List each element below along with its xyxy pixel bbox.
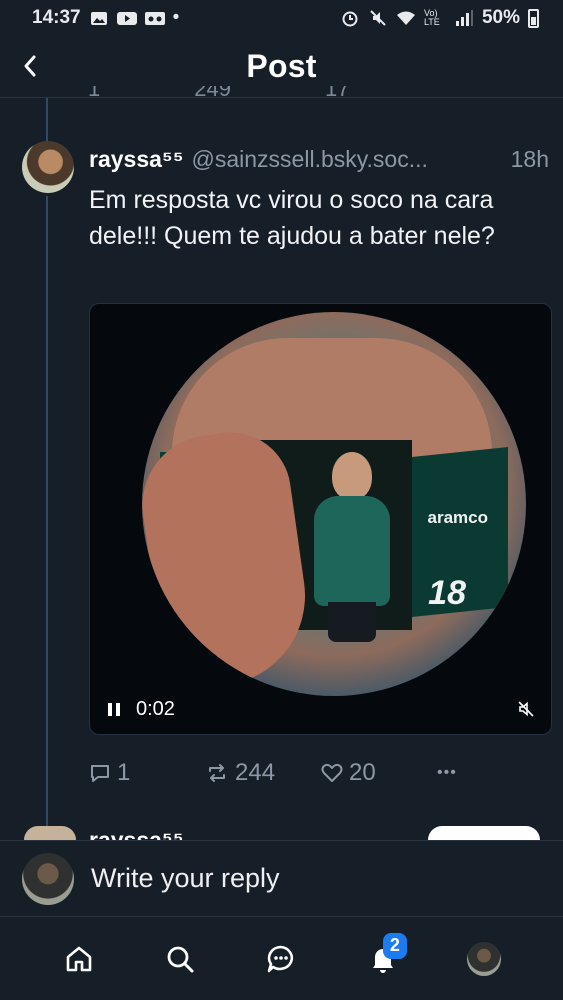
- my-avatar: [22, 852, 74, 905]
- reply-bar[interactable]: Write your reply: [0, 840, 563, 916]
- thread-line-bottom: [46, 196, 48, 826]
- chevron-left-icon: [24, 55, 36, 77]
- alarm-icon: [340, 10, 360, 27]
- wifi-icon: [396, 10, 416, 26]
- nav-search[interactable]: [150, 929, 210, 989]
- speaker-muted-icon: [518, 701, 534, 717]
- post-meta: rayssa⁵⁵ @sainzssell.bsky.soc... 18h: [89, 146, 553, 173]
- video-car-number: 18: [428, 574, 466, 612]
- youtube-icon: [116, 10, 137, 26]
- more-icon: •••: [437, 764, 457, 781]
- page-title: Post: [246, 48, 317, 84]
- mute-button[interactable]: [515, 698, 537, 720]
- back-button[interactable]: [16, 52, 44, 80]
- video-player[interactable]: aramco 18 0:02: [89, 303, 552, 735]
- video-controls: 0:02: [90, 684, 551, 734]
- heart-icon: [321, 763, 343, 782]
- status-bar: 14:37 • Vo) LTE 50%: [0, 0, 563, 36]
- nav-profile[interactable]: [454, 929, 514, 989]
- reply-input[interactable]: Write your reply: [91, 863, 280, 894]
- chat-icon: [268, 945, 294, 972]
- like-count: 20: [349, 759, 376, 786]
- profile-avatar: [467, 941, 502, 976]
- gallery-icon: [89, 10, 109, 26]
- status-dot: •: [172, 7, 180, 28]
- post-actions: 1 244 20 •••: [89, 758, 489, 788]
- signal-icon: [454, 10, 474, 26]
- reply-button[interactable]: 1: [89, 759, 205, 787]
- next-post-author-name[interactable]: rayssa⁵⁵: [89, 826, 184, 840]
- repost-button[interactable]: 244: [205, 759, 321, 787]
- video-person: [314, 452, 390, 642]
- reply-icon: [91, 765, 109, 782]
- repost-count: 244: [235, 759, 276, 786]
- video-person-body: [314, 496, 390, 606]
- nav-notifications[interactable]: 2: [353, 929, 413, 989]
- previous-post-actions: 1 249 17: [88, 86, 349, 104]
- previous-repost-count[interactable]: 249: [194, 86, 231, 104]
- bottom-navigation: 2: [0, 916, 563, 1000]
- nav-chat[interactable]: [251, 929, 311, 989]
- video-person-legs: [328, 602, 376, 642]
- pause-icon-bar-left: [108, 702, 112, 716]
- more-options-button[interactable]: •••: [437, 764, 477, 782]
- post-text: Em resposta vc virou o soco na cara dele…: [89, 186, 495, 250]
- post-time: 18h: [508, 146, 549, 173]
- notifications-badge: 2: [382, 932, 407, 959]
- home-icon: [66, 946, 91, 971]
- author-name[interactable]: rayssa⁵⁵: [89, 146, 184, 172]
- battery-icon: [528, 8, 539, 28]
- next-post-avatar[interactable]: [24, 826, 76, 840]
- mute-vibrate-icon: [368, 10, 388, 26]
- like-button[interactable]: 20: [321, 759, 437, 787]
- search-icon: [167, 946, 194, 972]
- status-time: 14:37: [32, 7, 81, 28]
- video-sponsor-text: aramco: [427, 508, 488, 527]
- voicemail-icon: [144, 10, 165, 26]
- previous-reply-count[interactable]: 1: [88, 86, 100, 104]
- repost-icon: [209, 764, 225, 782]
- author-handle[interactable]: @sainzssell.bsky.soc...: [192, 146, 428, 172]
- reply-count: 1: [117, 759, 131, 786]
- next-post-bubble: [428, 826, 540, 840]
- video-elapsed-time: 0:02: [136, 697, 175, 720]
- pause-icon-bar-right: [116, 702, 120, 716]
- video-frame: aramco 18: [142, 312, 526, 696]
- battery-percent: 50%: [481, 7, 520, 28]
- network-label: Vo) LTE: [423, 8, 440, 27]
- author-avatar[interactable]: [22, 141, 74, 193]
- pause-button[interactable]: [104, 699, 124, 719]
- previous-like-count[interactable]: 17: [325, 86, 349, 104]
- nav-home[interactable]: [49, 929, 109, 989]
- video-person-head: [332, 452, 372, 500]
